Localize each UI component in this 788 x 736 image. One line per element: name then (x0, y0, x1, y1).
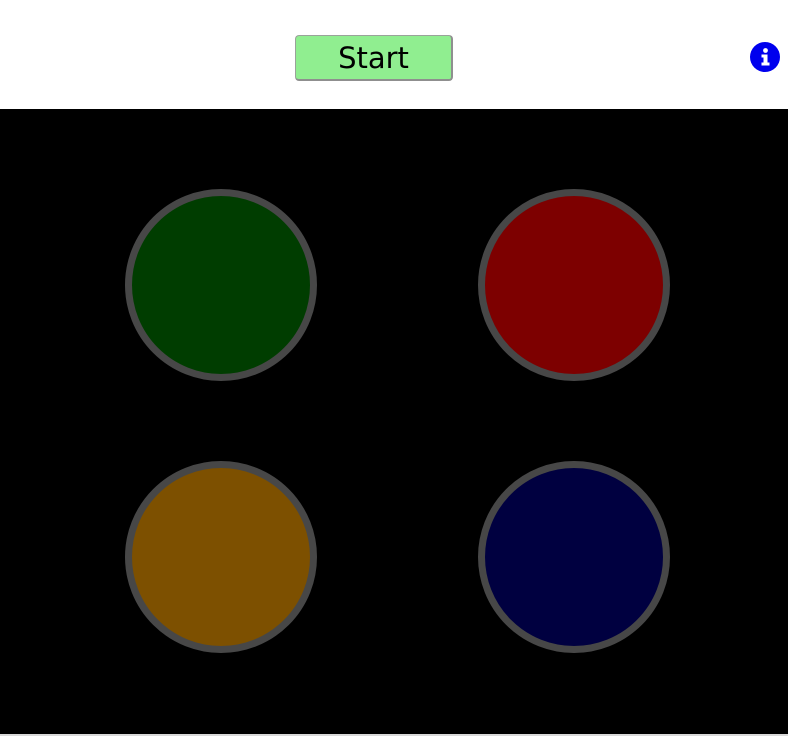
start-button[interactable]: Start (295, 35, 453, 81)
red-pad[interactable] (478, 189, 670, 381)
game-board (0, 109, 788, 734)
blue-pad[interactable] (478, 461, 670, 653)
info-circle-icon[interactable] (750, 42, 780, 72)
green-pad[interactable] (125, 189, 317, 381)
yellow-pad[interactable] (125, 461, 317, 653)
top-bar: Start (0, 0, 788, 108)
